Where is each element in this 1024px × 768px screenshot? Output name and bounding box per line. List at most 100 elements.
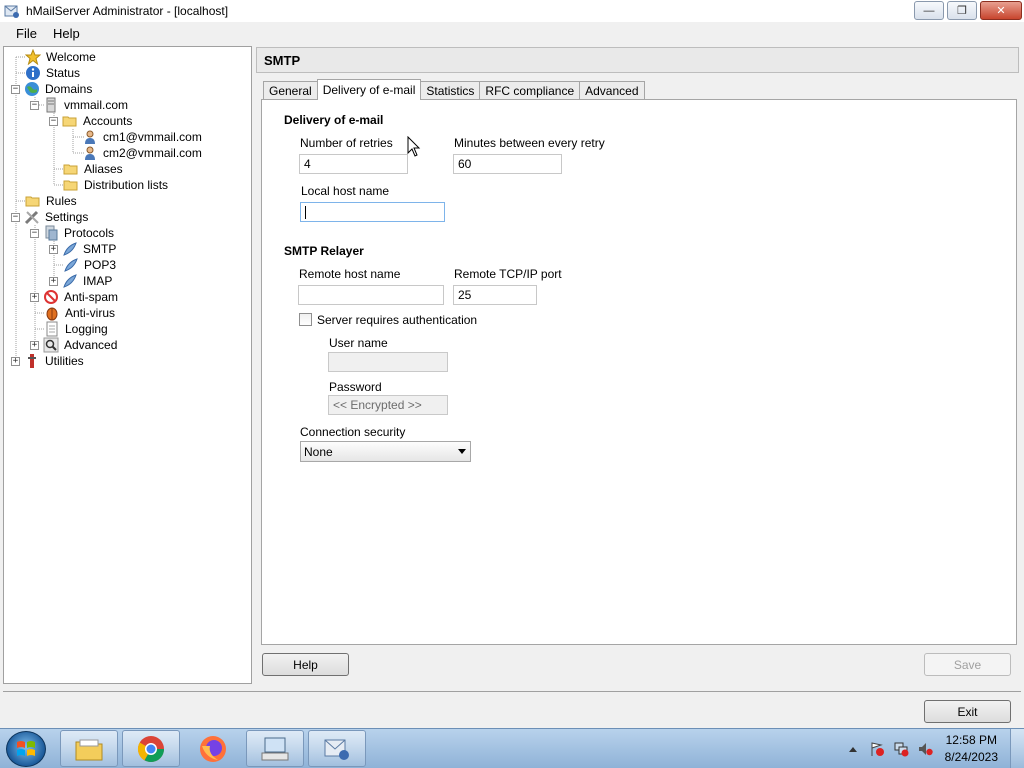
maximize-button[interactable]: ❐	[947, 1, 977, 20]
relayer-section-title: SMTP Relayer	[284, 244, 364, 258]
folder-icon	[63, 177, 79, 193]
start-button[interactable]	[6, 731, 46, 767]
collapse-icon[interactable]: −	[11, 84, 20, 94]
tab-statistics[interactable]: Statistics	[420, 81, 481, 100]
feather-icon	[62, 273, 78, 289]
antispam-icon	[43, 289, 59, 305]
tree-item-advanced[interactable]: + Advanced	[30, 337, 118, 353]
local-host-name-input[interactable]	[300, 202, 445, 222]
tree-item-accounts[interactable]: − Accounts	[49, 113, 133, 129]
feather-icon	[62, 241, 78, 257]
taskbar: 12:58 PM 8/24/2023	[0, 728, 1024, 768]
windows-logo-icon	[17, 741, 35, 756]
tree-item-protocols[interactable]: − Protocols	[30, 225, 115, 241]
keyboard-screen-icon	[261, 737, 289, 760]
delivery-section-title: Delivery of e-mail	[284, 113, 384, 127]
remote-host-name-input[interactable]	[298, 285, 444, 305]
feather-icon	[63, 257, 79, 273]
retry-minutes-input[interactable]: 60	[453, 154, 562, 174]
server-auth-label[interactable]: Server requires authentication	[317, 313, 477, 327]
hmailserver-icon	[324, 739, 349, 760]
magnifier-icon	[43, 337, 59, 353]
show-hidden-icons-icon[interactable]	[845, 741, 861, 757]
volume-muted-icon[interactable]	[917, 741, 933, 757]
expand-icon[interactable]: +	[30, 292, 39, 302]
username-input[interactable]	[328, 352, 448, 372]
taskbar-chrome[interactable]	[122, 730, 180, 767]
tree-item-welcome[interactable]: Welcome	[12, 49, 97, 65]
tree-item-smtp[interactable]: + SMTP	[49, 241, 117, 257]
utilities-icon	[24, 353, 40, 369]
tree-item-account-cm2[interactable]: cm2@vmmail.com	[82, 145, 203, 161]
mouse-cursor-icon	[407, 136, 421, 157]
server-auth-checkbox[interactable]	[299, 313, 312, 326]
tree-item-antispam[interactable]: + Anti-spam	[30, 289, 119, 305]
retry-minutes-label: Minutes between every retry	[454, 136, 605, 150]
document-icon	[44, 321, 60, 337]
close-button[interactable]: ✕	[980, 1, 1022, 20]
tree-item-domain-vmmail[interactable]: − vmmail.com	[30, 97, 129, 113]
taskbar-explorer[interactable]	[60, 730, 118, 767]
tree-item-distribution-lists[interactable]: Distribution lists	[63, 177, 169, 193]
tree-item-pop3[interactable]: POP3	[63, 257, 117, 273]
taskbar-app-1[interactable]	[246, 730, 304, 767]
tab-general[interactable]: General	[263, 81, 318, 100]
info-icon	[25, 65, 41, 81]
window-title: hMailServer Administrator - [localhost]	[26, 4, 229, 18]
menu-bar: File Help	[0, 22, 1024, 44]
tab-advanced[interactable]: Advanced	[579, 81, 645, 100]
collapse-icon[interactable]: −	[11, 212, 20, 222]
navigation-tree[interactable]: Welcome Status − Domains − vmmail.com − …	[3, 46, 252, 684]
tree-item-antivirus[interactable]: Anti-virus	[44, 305, 116, 321]
collapse-icon[interactable]: −	[30, 228, 39, 238]
tab-rfc-compliance[interactable]: RFC compliance	[479, 81, 581, 100]
menu-help[interactable]: Help	[45, 26, 88, 41]
taskbar-firefox[interactable]	[184, 730, 242, 767]
retries-input[interactable]: 4	[299, 154, 408, 174]
password-label: Password	[329, 380, 382, 394]
taskbar-hmailserver[interactable]	[308, 730, 366, 767]
expand-icon[interactable]: +	[49, 276, 58, 286]
password-input[interactable]: << Encrypted >>	[328, 395, 448, 415]
firefox-icon	[200, 735, 226, 762]
network-icon[interactable]	[893, 741, 909, 757]
menu-file[interactable]: File	[8, 26, 45, 41]
connection-security-label: Connection security	[300, 425, 406, 439]
minimize-button[interactable]: —	[914, 1, 944, 20]
tab-delivery-of-email[interactable]: Delivery of e-mail	[316, 79, 422, 100]
save-button[interactable]: Save	[924, 653, 1011, 676]
expand-icon[interactable]: +	[30, 340, 39, 350]
text-caret	[305, 205, 306, 219]
antivirus-icon	[44, 305, 60, 321]
exit-button[interactable]: Exit	[924, 700, 1011, 723]
tree-item-logging[interactable]: Logging	[44, 321, 109, 337]
page-title: SMTP	[256, 47, 1019, 73]
action-center-icon[interactable]	[869, 741, 885, 757]
restore-icon: ❐	[957, 5, 967, 17]
tree-item-utilities[interactable]: + Utilities	[11, 353, 85, 369]
chevron-down-icon	[458, 449, 466, 454]
show-desktop-button[interactable]	[1010, 729, 1024, 768]
chrome-icon	[137, 735, 165, 762]
help-button[interactable]: Help	[262, 653, 349, 676]
tree-item-settings[interactable]: − Settings	[11, 209, 89, 225]
expand-icon[interactable]: +	[49, 244, 58, 254]
folder-icon	[63, 161, 79, 177]
tree-item-domains[interactable]: − Domains	[11, 81, 93, 97]
app-icon	[4, 3, 20, 19]
remote-port-input[interactable]: 25	[453, 285, 537, 305]
connection-security-select[interactable]: None	[300, 441, 471, 462]
expand-icon[interactable]: +	[11, 356, 20, 366]
collapse-icon[interactable]: −	[30, 100, 39, 110]
tree-item-imap[interactable]: + IMAP	[49, 273, 113, 289]
tree-item-aliases[interactable]: Aliases	[63, 161, 124, 177]
tab-panel: Delivery of e-mail Number of retries 4 M…	[261, 99, 1017, 645]
tree-item-rules[interactable]: Rules	[25, 193, 78, 209]
clock[interactable]: 12:58 PM 8/24/2023	[945, 732, 998, 766]
folder-open-icon	[62, 113, 78, 129]
tree-item-status[interactable]: Status	[12, 65, 81, 81]
tree-item-account-cm1[interactable]: cm1@vmmail.com	[82, 129, 203, 145]
minimize-icon: —	[923, 4, 935, 17]
divider	[3, 691, 1021, 692]
collapse-icon[interactable]: −	[49, 116, 58, 126]
